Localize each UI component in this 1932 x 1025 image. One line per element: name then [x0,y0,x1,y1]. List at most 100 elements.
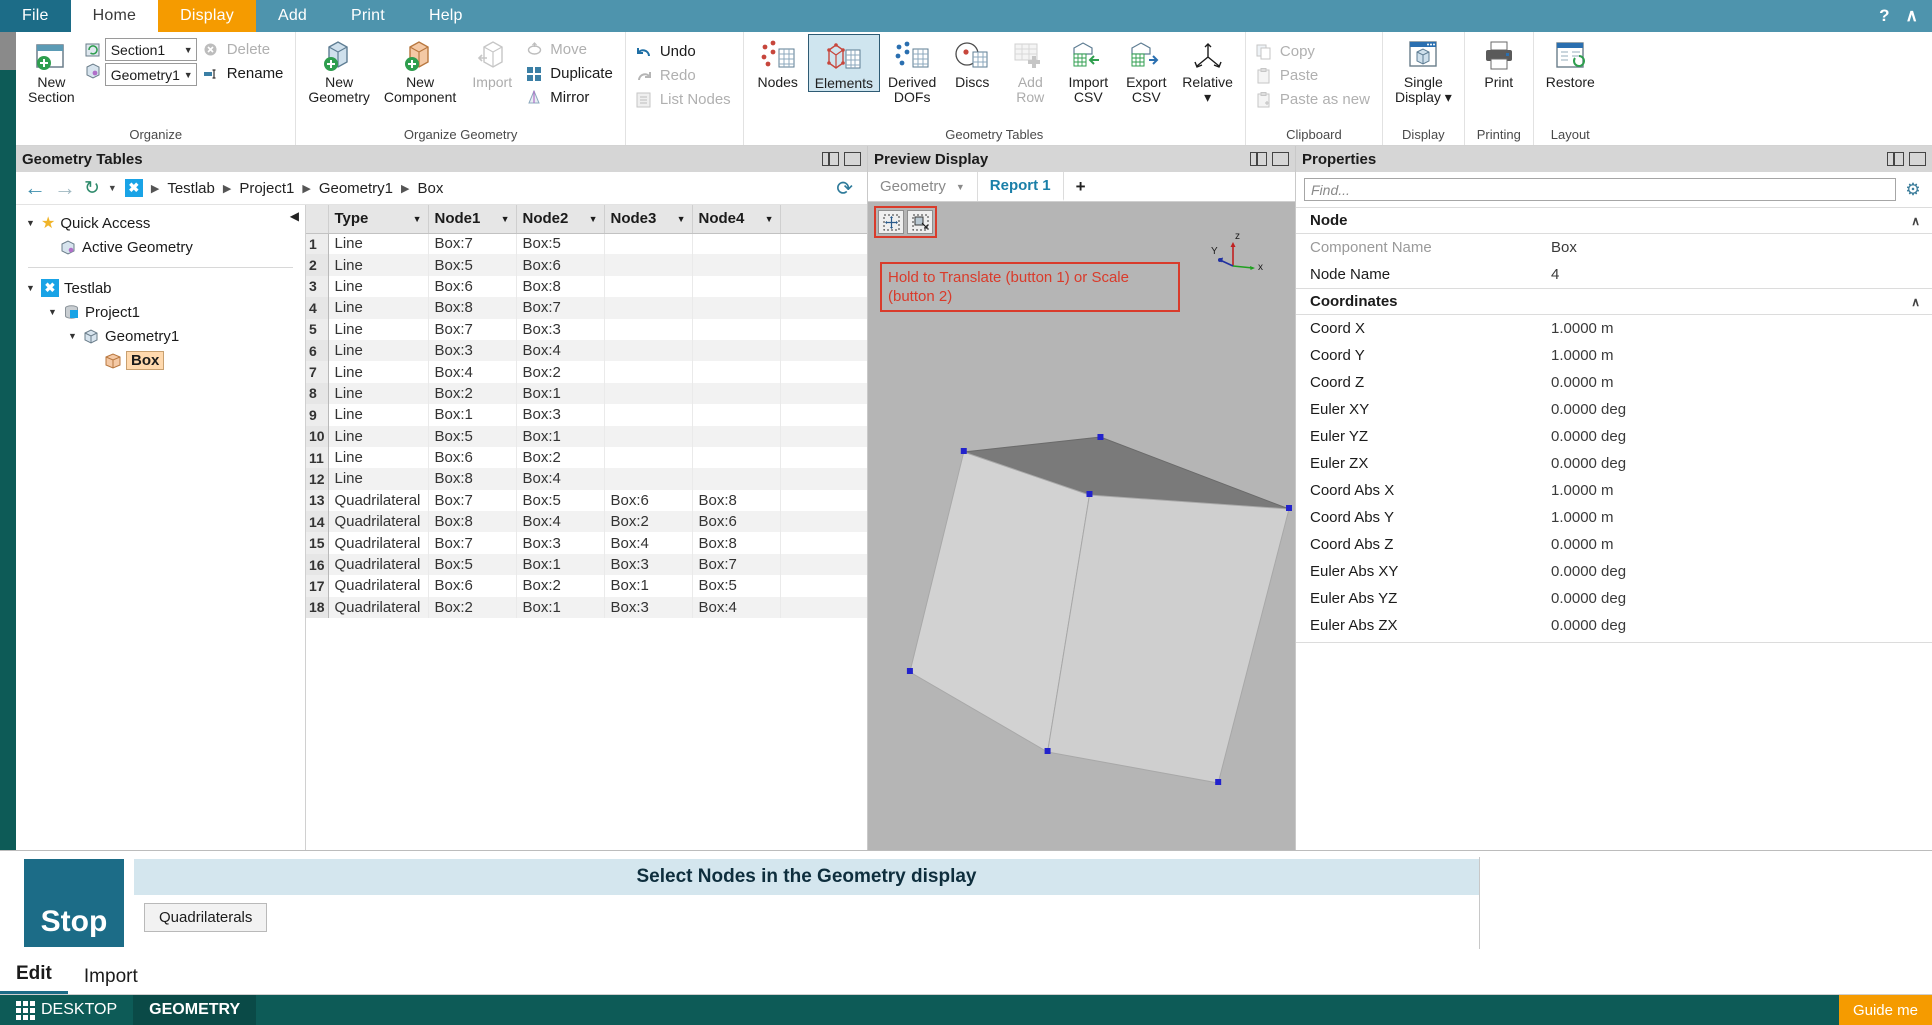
cell-node1[interactable]: Box:6 [428,446,517,469]
status-item-geometry[interactable]: GEOMETRY [133,995,257,1025]
help-icon[interactable]: ? [1879,6,1889,26]
breadcrumb-item-testlab[interactable]: Testlab [167,180,215,197]
table-row[interactable]: 5 Line Box:7 Box:3 [306,318,867,340]
filter-caret-icon[interactable]: ▼ [677,214,686,224]
breadcrumb-item-geometry1[interactable]: Geometry1 [319,180,393,197]
rename-button[interactable]: Rename [199,62,290,85]
cell-type[interactable]: Quadrilateral [328,532,429,554]
cell-node1[interactable]: Box:7 [428,318,517,340]
cell-node3[interactable] [604,233,693,255]
property-row[interactable]: Euler Abs ZX 0.0000 deg [1296,612,1932,639]
cell-type[interactable]: Line [328,468,429,490]
single-display-label-2[interactable]: Display ▾ [1395,90,1452,105]
row-number[interactable]: 17 [306,575,329,597]
status-item-desktop[interactable]: DESKTOP [0,995,133,1025]
cell-node3[interactable] [604,361,693,383]
cell-node2[interactable]: Box:2 [516,361,605,383]
cell-node2[interactable]: Box:6 [516,254,605,276]
cell-node4[interactable] [692,297,781,319]
tree-item-project1[interactable]: ▼ Project1 [16,300,305,324]
property-value[interactable]: 1.0000 m [1551,509,1614,526]
cell-node4[interactable]: Box:7 [692,553,781,576]
cell-node4[interactable] [692,233,781,255]
new-section-button[interactable]: New Section [22,34,81,105]
property-value[interactable]: 0.0000 deg [1551,455,1626,472]
row-number[interactable]: 8 [306,382,329,405]
table-row[interactable]: 15 Quadrilateral Box:7 Box:3 Box:4 Box:8 [306,532,867,554]
property-value[interactable]: 0.0000 deg [1551,401,1626,418]
cell-node2[interactable]: Box:2 [516,575,605,597]
cell-node2[interactable]: Box:8 [516,275,605,298]
property-value[interactable]: 0.0000 m [1551,374,1614,391]
cell-type[interactable]: Line [328,318,429,340]
cell-node1[interactable]: Box:2 [428,596,517,619]
cell-node1[interactable]: Box:4 [428,361,517,383]
row-number[interactable]: 3 [306,275,329,298]
property-value[interactable]: 0.0000 deg [1551,563,1626,580]
tree-item-box[interactable]: Box [16,348,305,372]
cell-node4[interactable]: Box:8 [692,489,781,512]
cell-node3[interactable] [604,468,693,490]
property-value[interactable]: 1.0000 m [1551,320,1614,337]
property-row[interactable]: Coord Y 1.0000 m [1296,342,1932,369]
relative-dropdown-caret[interactable]: ▾ [1204,90,1211,105]
chevron-up-icon[interactable]: ∧ [1911,295,1932,309]
table-row[interactable]: 16 Quadrilateral Box:5 Box:1 Box:3 Box:7 [306,553,867,576]
cell-node3[interactable] [604,318,693,340]
cell-node2[interactable]: Box:5 [516,489,605,512]
undo-button[interactable]: Undo [632,40,737,63]
property-row[interactable]: Coord Abs X 1.0000 m [1296,477,1932,504]
testlab-root-icon[interactable]: ✖ [124,179,143,197]
row-number[interactable]: 16 [306,553,329,576]
row-number[interactable]: 5 [306,318,329,340]
stop-button[interactable]: Stop [24,859,124,947]
forward-arrow-icon[interactable]: → [54,177,76,199]
cell-node2[interactable]: Box:3 [516,318,605,340]
elements-button[interactable]: Elements [807,34,881,92]
table-row[interactable]: 6 Line Box:3 Box:4 [306,339,867,362]
restore-button[interactable]: Restore [1540,34,1601,90]
cell-node2[interactable]: Box:5 [516,233,605,255]
property-value[interactable]: 0.0000 m [1551,536,1614,553]
discs-button[interactable]: Discs [944,34,1000,90]
tree-item-testlab[interactable]: ▼ ✖ Testlab [16,276,305,300]
geometry-combo[interactable]: Geometry1 ▼ [104,63,197,86]
derived-dofs-button[interactable]: Derived DOFs [882,34,942,105]
gear-icon[interactable]: ⚙ [1904,180,1922,199]
cell-node1[interactable]: Box:2 [428,382,517,405]
cell-node1[interactable]: Box:6 [428,275,517,298]
cell-node2[interactable]: Box:4 [516,511,605,533]
cell-type[interactable]: Line [328,339,429,362]
cell-node3[interactable] [604,382,693,405]
cell-node4[interactable]: Box:6 [692,511,781,533]
row-number[interactable]: 2 [306,254,329,276]
cell-node4[interactable] [692,404,781,426]
row-number[interactable]: 12 [306,468,329,490]
maximize-panel-icon[interactable] [1272,152,1289,166]
column-header-node2[interactable]: Node2 ▼ [516,205,605,234]
refresh-icon[interactable]: ⟳ [836,176,859,201]
cell-node3[interactable] [604,425,693,447]
cell-node1[interactable]: Box:6 [428,575,517,597]
cell-node2[interactable]: Box:3 [516,532,605,554]
mirror-button[interactable]: Mirror [522,86,619,109]
cell-node3[interactable] [604,254,693,276]
cell-type[interactable]: Quadrilateral [328,511,429,533]
cell-node4[interactable] [692,382,781,405]
triangle-down-icon[interactable]: ▼ [26,218,36,228]
add-tab-button[interactable]: + [1064,172,1098,201]
cell-node1[interactable]: Box:7 [428,233,517,255]
table-row[interactable]: 1 Line Box:7 Box:5 [306,233,867,255]
copy-button[interactable]: Copy [1252,40,1376,63]
row-number[interactable]: 6 [306,339,329,362]
import-button[interactable]: Import [464,34,520,90]
cell-node2[interactable]: Box:1 [516,596,605,619]
tree-item-active-geometry[interactable]: Active Geometry [16,235,305,259]
property-value[interactable]: Box [1551,239,1577,256]
property-group-coordinates[interactable]: Coordinates ∧ [1296,288,1932,315]
find-input[interactable]: Find... [1304,178,1896,201]
filter-caret-icon[interactable]: ▼ [501,214,510,224]
split-view-icon[interactable] [1250,152,1267,166]
cell-node1[interactable]: Box:8 [428,297,517,319]
row-number[interactable]: 1 [306,233,329,255]
